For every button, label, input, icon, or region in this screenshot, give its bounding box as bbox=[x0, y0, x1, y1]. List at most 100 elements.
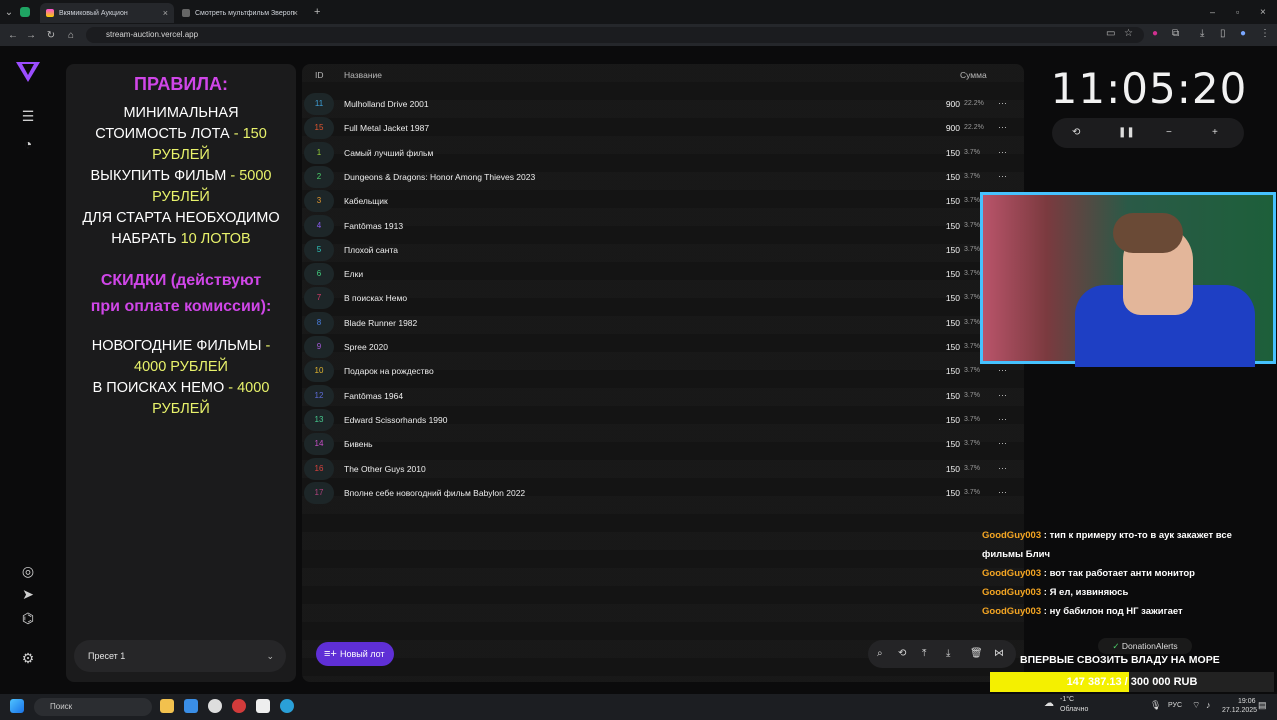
extensions-puzzle-icon[interactable]: ⧉ bbox=[1172, 28, 1179, 39]
lot-amount[interactable]: 150 bbox=[924, 311, 960, 335]
lot-name[interactable]: Плохой санта bbox=[344, 238, 398, 262]
new-lot-button[interactable]: ≡+ Новый лот bbox=[316, 642, 394, 666]
lot-amount[interactable]: 900 bbox=[924, 116, 960, 140]
wifi-icon[interactable]: ⌔ bbox=[1192, 700, 1200, 711]
download-icon[interactable]: ⤓ bbox=[946, 640, 950, 668]
lot-name[interactable]: The Other Guys 2010 bbox=[344, 457, 426, 481]
tab-cartoon[interactable]: Смотреть мультфильм Зверопо... × bbox=[176, 3, 304, 23]
lot-name[interactable]: Бивень bbox=[344, 432, 373, 456]
lot-name[interactable]: Full Metal Jacket 1987 bbox=[344, 116, 429, 140]
lot-name[interactable]: Fantômas 1964 bbox=[344, 384, 403, 408]
table-row[interactable]: 16 The Other Guys 2010 150 3.7% ⋯ bbox=[304, 457, 1016, 481]
table-row[interactable]: 4Fantômas 19131503.7%⋯ bbox=[304, 214, 1016, 238]
more-options-icon[interactable]: ⋯ bbox=[998, 141, 1007, 163]
weather-icon[interactable]: ☁ bbox=[1044, 698, 1054, 709]
lot-amount[interactable]: 150 bbox=[924, 432, 960, 456]
mic-icon[interactable]: 🎙 bbox=[1150, 700, 1161, 711]
close-icon[interactable]: × bbox=[163, 8, 168, 18]
url-input[interactable]: stream-auction.vercel.app bbox=[86, 27, 1144, 43]
lot-amount[interactable]: 150 bbox=[924, 408, 960, 432]
settings-gear-icon[interactable]: ⚙ bbox=[18, 650, 38, 667]
more-options-icon[interactable]: ⋯ bbox=[998, 408, 1007, 430]
lot-name[interactable]: Dungeons & Dragons: Honor Among Thieves … bbox=[344, 165, 535, 189]
volume-icon[interactable]: ♪ bbox=[1206, 700, 1211, 710]
bookmark-star-icon[interactable]: ☆ bbox=[1124, 28, 1133, 39]
obs-icon[interactable] bbox=[232, 699, 246, 713]
forward-icon[interactable]: → bbox=[22, 30, 40, 41]
minimize-icon[interactable]: – bbox=[1210, 7, 1215, 17]
app-icon[interactable] bbox=[208, 699, 222, 713]
language-indicator[interactable]: РУС bbox=[1168, 702, 1182, 709]
lot-amount[interactable]: 150 bbox=[924, 335, 960, 359]
maximize-icon[interactable]: ▫ bbox=[1236, 7, 1239, 17]
more-options-icon[interactable]: ⋯ bbox=[998, 432, 1007, 454]
lot-name[interactable]: Edward Scissorhands 1990 bbox=[344, 408, 447, 432]
table-row[interactable]: 13 Edward Scissorhands 1990 150 3.7% ⋯ bbox=[304, 408, 1016, 432]
sidepanel-icon[interactable]: ▯ bbox=[1220, 28, 1226, 39]
lot-amount[interactable]: 150 bbox=[924, 457, 960, 481]
lot-amount[interactable]: 900 bbox=[924, 92, 960, 116]
github-icon[interactable]: ⌬ bbox=[18, 610, 38, 627]
lot-name[interactable]: Самый лучший фильм bbox=[344, 141, 433, 165]
telegram-taskbar-icon[interactable] bbox=[280, 699, 294, 713]
lot-amount[interactable]: 150 bbox=[924, 359, 960, 383]
minus-icon[interactable]: − bbox=[1166, 118, 1172, 148]
repeat-icon[interactable]: ⟲ bbox=[898, 640, 906, 668]
table-row[interactable]: 11 Mulholland Drive 2001 900 22.2% ⋯ bbox=[304, 92, 1016, 116]
lot-amount[interactable]: 150 bbox=[924, 384, 960, 408]
lot-name[interactable]: Blade Runner 1982 bbox=[344, 311, 417, 335]
donation-icon[interactable]: ◎ bbox=[18, 563, 38, 580]
lot-name[interactable]: Кабельщик bbox=[344, 189, 388, 213]
preset-select[interactable]: Пресет 1 ⌄ bbox=[74, 640, 286, 672]
table-row[interactable]: 9Spree 20201503.7%⋯ bbox=[304, 335, 1016, 359]
table-row[interactable]: 10 Подарок на рождество 150 3.7% ⋯ bbox=[304, 359, 1016, 383]
lot-name[interactable]: Елки bbox=[344, 262, 363, 286]
close-icon[interactable]: × bbox=[293, 8, 298, 18]
lot-amount[interactable]: 150 bbox=[924, 238, 960, 262]
taskbar-search[interactable]: Поиск bbox=[34, 698, 152, 716]
lot-amount[interactable]: 150 bbox=[924, 286, 960, 310]
extension-icon[interactable]: ● bbox=[1152, 28, 1158, 39]
reset-timer-icon[interactable]: ⟲ bbox=[1072, 118, 1080, 148]
more-options-icon[interactable]: ⋯ bbox=[998, 481, 1007, 503]
more-options-icon[interactable]: ⋯ bbox=[998, 457, 1007, 479]
more-options-icon[interactable]: ⋯ bbox=[998, 116, 1007, 138]
history-icon[interactable]: ◔ bbox=[18, 136, 38, 152]
menu-kebab-icon[interactable]: ⋮ bbox=[1260, 28, 1270, 39]
lot-amount[interactable]: 150 bbox=[924, 262, 960, 286]
more-options-icon[interactable]: ⋯ bbox=[998, 92, 1007, 114]
table-row[interactable]: 12 Fantômas 1964 150 3.7% ⋯ bbox=[304, 384, 1016, 408]
clock-date[interactable]: 27.12.2025 bbox=[1222, 707, 1257, 714]
notification-icon[interactable]: ▤ bbox=[1258, 700, 1267, 711]
table-row[interactable]: 5Плохой санта1503.7%⋯ bbox=[304, 238, 1016, 262]
profile-avatar[interactable]: ● bbox=[1240, 28, 1246, 39]
upload-icon[interactable]: ⤒ bbox=[922, 640, 926, 668]
table-row[interactable]: 3Кабельщик1503.7%⋯ bbox=[304, 189, 1016, 213]
lot-name[interactable]: В поисках Немо bbox=[344, 286, 407, 310]
trash-icon[interactable]: 🗑 bbox=[970, 640, 983, 668]
table-row[interactable]: 17 Вполне себе новогодний фильм Babylon 2… bbox=[304, 481, 1016, 505]
lot-name[interactable]: Подарок на рождество bbox=[344, 359, 434, 383]
lot-name[interactable]: Mulholland Drive 2001 bbox=[344, 92, 429, 116]
lot-amount[interactable]: 150 bbox=[924, 189, 960, 213]
home-icon[interactable]: ⌂ bbox=[62, 30, 80, 41]
table-row[interactable]: 1 Самый лучший фильм 150 3.7% ⋯ bbox=[304, 141, 1016, 165]
table-row[interactable]: 14 Бивень 150 3.7% ⋯ bbox=[304, 432, 1016, 456]
grid-icon[interactable]: ⋈ bbox=[994, 640, 1004, 668]
plus-icon[interactable]: + bbox=[1212, 118, 1218, 148]
download-icon[interactable]: ⤓ bbox=[1200, 28, 1204, 39]
lot-name[interactable]: Spree 2020 bbox=[344, 335, 388, 359]
app-logo-icon[interactable] bbox=[16, 62, 40, 82]
lot-amount[interactable]: 150 bbox=[924, 214, 960, 238]
new-tab-icon[interactable]: + bbox=[314, 6, 320, 18]
lot-name[interactable]: Вполне себе новогодний фильм Babylon 202… bbox=[344, 481, 525, 505]
table-row[interactable]: 15 Full Metal Jacket 1987 900 22.2% ⋯ bbox=[304, 116, 1016, 140]
chrome-icon[interactable] bbox=[184, 699, 198, 713]
lot-amount[interactable]: 150 bbox=[924, 141, 960, 165]
windows-start-icon[interactable] bbox=[10, 699, 24, 713]
lot-amount[interactable]: 150 bbox=[924, 165, 960, 189]
reload-icon[interactable]: ↻ bbox=[42, 30, 60, 41]
app-icon[interactable] bbox=[256, 699, 270, 713]
tab-auction[interactable]: Вкямиковый Аукцион × bbox=[40, 3, 174, 23]
sheets-tab-icon[interactable] bbox=[20, 7, 30, 17]
